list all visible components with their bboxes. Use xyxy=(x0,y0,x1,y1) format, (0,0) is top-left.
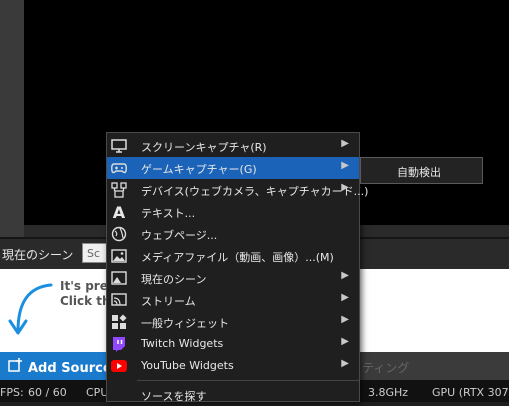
menu-item-current-scene[interactable]: 現在のシーン ▶ xyxy=(107,267,359,289)
menu-item-label: テキスト... xyxy=(141,207,196,220)
chevron-right-icon: ▶ xyxy=(341,138,349,149)
globe-icon xyxy=(111,226,127,242)
menu-item-label: YouTube Widgets xyxy=(141,359,234,372)
fps-value: 60 / 60 xyxy=(28,386,67,399)
scene-label: 現在のシーン xyxy=(2,248,74,262)
menu-item-webpage[interactable]: ウェブページ... xyxy=(107,223,359,245)
image-icon xyxy=(111,248,127,264)
menu-item-label: 一般ウィジェット xyxy=(141,317,229,330)
menu-item-label: ストリーム xyxy=(141,295,196,308)
menu-item-label: Twitch Widgets xyxy=(141,337,224,350)
settings-button[interactable]: ティング xyxy=(360,352,509,380)
twitch-icon xyxy=(111,336,127,352)
fps-label: FPS: xyxy=(0,386,24,399)
add-source-menu: スクリーンキャプチャ(R) ▶ ゲームキャプチャー(G) ▶ デバイス(ウェブカ… xyxy=(106,132,368,403)
menu-item-stream[interactable]: ストリーム ▶ xyxy=(107,289,359,311)
menu-item-label: スクリーンキャプチャ(R) xyxy=(141,141,267,154)
chevron-right-icon: ▶ xyxy=(341,358,349,369)
add-source-button[interactable]: Add Source xyxy=(0,352,112,380)
menu-item-label: ゲームキャプチャー(G) xyxy=(141,163,257,176)
chevron-right-icon: ▶ xyxy=(341,160,349,171)
menu-item-label: メディアファイル（動画、画像）...(M) xyxy=(141,251,334,264)
left-panel-strip xyxy=(0,0,24,237)
menu-divider xyxy=(137,380,359,381)
menu-item-media-file[interactable]: メディアファイル（動画、画像）...(M) xyxy=(107,245,359,267)
cpu-frequency: 3.8GHz xyxy=(368,386,409,399)
menu-item-text[interactable]: A テキスト... xyxy=(107,201,359,223)
add-source-icon xyxy=(8,358,22,376)
youtube-icon xyxy=(111,358,127,374)
menu-item-label: 現在のシーン xyxy=(141,273,207,286)
menu-item-label: デバイス(ウェブカメラ、キャプチャカード...) xyxy=(141,185,369,198)
monitor-icon xyxy=(111,138,127,154)
chevron-right-icon: ▶ xyxy=(341,314,349,325)
menu-item-device[interactable]: デバイス(ウェブカメラ、キャプチャカード...) ▶ xyxy=(107,179,368,201)
game-capture-submenu: 自動検出 xyxy=(360,157,483,184)
menu-item-general-widgets[interactable]: 一般ウィジェット ▶ xyxy=(107,311,359,333)
hint-text-line2: Click th xyxy=(60,294,111,308)
submenu-item-auto-detect[interactable]: 自動検出 xyxy=(397,164,441,180)
menu-item-label: ウェブページ... xyxy=(141,229,218,242)
chevron-right-icon: ▶ xyxy=(341,292,349,303)
menu-item-youtube-widgets[interactable]: YouTube Widgets ▶ xyxy=(107,355,359,377)
text-icon: A xyxy=(112,202,126,222)
chevron-right-icon: ▶ xyxy=(341,270,349,281)
menu-item-twitch-widgets[interactable]: Twitch Widgets ▶ xyxy=(107,333,359,355)
menu-item-screen-capture[interactable]: スクリーンキャプチャ(R) ▶ xyxy=(107,135,359,157)
gamepad-icon xyxy=(111,160,127,176)
chevron-right-icon: ▶ xyxy=(341,182,349,193)
add-source-label: Add Source xyxy=(28,361,112,376)
cast-icon xyxy=(111,292,127,308)
gpu-label: GPU (RTX 3070 xyxy=(432,386,509,399)
hint-arrow-icon xyxy=(8,283,53,335)
widget-icon xyxy=(111,314,127,330)
webcam-icon xyxy=(111,182,127,198)
scene-icon xyxy=(111,270,127,286)
menu-item-game-capture[interactable]: ゲームキャプチャー(G) ▶ xyxy=(107,157,359,179)
menu-item-find-source[interactable]: ソースを探す xyxy=(107,384,359,406)
chevron-right-icon: ▶ xyxy=(341,336,349,347)
